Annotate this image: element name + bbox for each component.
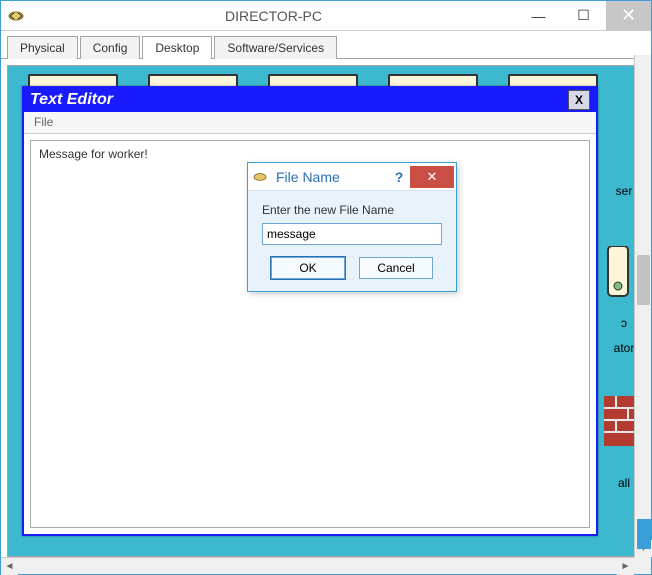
- scroll-left-button[interactable]: ◄: [1, 558, 18, 575]
- text-editor-window: Text Editor X File Message for worker!: [22, 86, 598, 536]
- file-name-title-bar[interactable]: File Name ? ✕: [248, 163, 456, 191]
- text-editor-menu: File: [24, 112, 596, 134]
- text-editor-content: Message for worker!: [39, 147, 148, 161]
- title-bar: DIRECTOR-PC — ☐ ✕: [1, 1, 651, 31]
- text-editor-title-bar[interactable]: Text Editor X: [24, 88, 596, 112]
- tabs: Physical Config Desktop Software/Service…: [1, 31, 651, 59]
- horizontal-scrollbar[interactable]: ◄ ►: [1, 557, 634, 574]
- close-button[interactable]: ✕: [606, 1, 651, 30]
- file-name-dialog: File Name ? ✕ Enter the new File Name OK…: [247, 162, 457, 292]
- ok-button[interactable]: OK: [271, 257, 345, 279]
- app-icon: [1, 9, 31, 23]
- file-name-dialog-title: File Name: [272, 169, 388, 185]
- file-name-prompt: Enter the new File Name: [262, 203, 442, 217]
- close-icon: ✕: [427, 169, 438, 185]
- text-editor-title: Text Editor: [30, 91, 113, 109]
- tab-config[interactable]: Config: [80, 36, 141, 59]
- partial-icon[interactable]: [604, 246, 636, 306]
- minimize-button[interactable]: —: [516, 1, 561, 30]
- scrollbar-thumb[interactable]: [637, 255, 650, 305]
- vertical-scrollbar[interactable]: ▼: [634, 55, 651, 557]
- scroll-right-button[interactable]: ►: [617, 558, 634, 575]
- tab-software-services[interactable]: Software/Services: [214, 36, 337, 59]
- app-title: DIRECTOR-PC: [31, 8, 516, 24]
- tab-physical[interactable]: Physical: [7, 36, 78, 59]
- scrollbar-accent: [637, 519, 651, 549]
- maximize-button[interactable]: ☐: [561, 1, 606, 30]
- dialog-close-button[interactable]: ✕: [410, 166, 454, 188]
- file-name-dialog-body: Enter the new File Name OK Cancel: [248, 191, 456, 291]
- desktop-pane: ser ɔ ator all Text Editor X File Messag…: [7, 65, 645, 557]
- cancel-button[interactable]: Cancel: [359, 257, 433, 279]
- dialog-icon: [248, 171, 272, 183]
- app-window: DIRECTOR-PC — ☐ ✕ Physical Config Deskto…: [0, 0, 652, 575]
- tab-desktop[interactable]: Desktop: [142, 36, 212, 59]
- text-editor-close-button[interactable]: X: [568, 90, 590, 110]
- menu-file[interactable]: File: [34, 115, 53, 129]
- scrollbar-corner: [634, 557, 651, 574]
- help-button[interactable]: ?: [388, 169, 410, 185]
- file-name-input[interactable]: [262, 223, 442, 245]
